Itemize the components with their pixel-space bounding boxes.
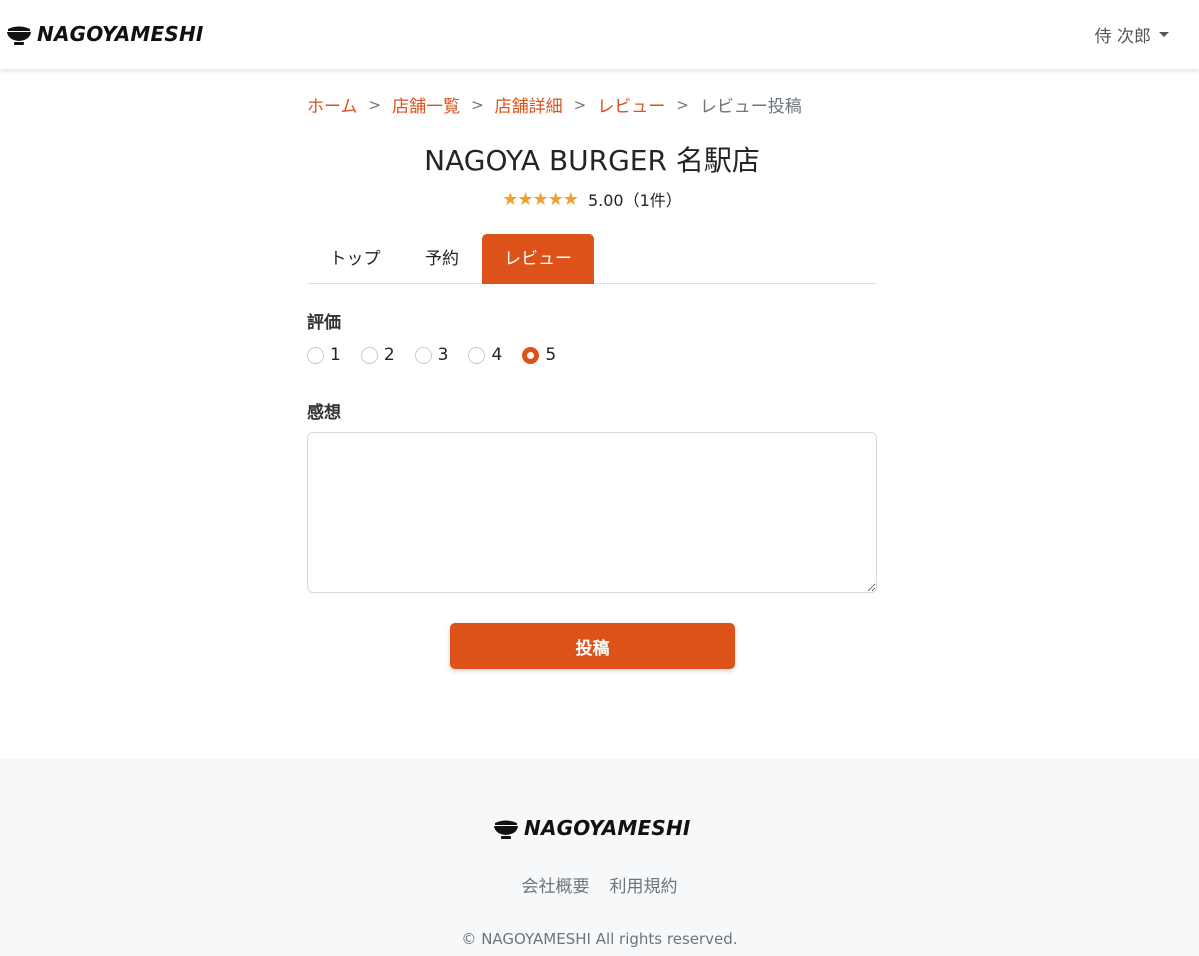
radio-label: 2 bbox=[383, 345, 395, 365]
breadcrumb: ホーム > 店舗一覧 > 店舗詳細 > レビュー > レビュー投稿 bbox=[307, 92, 802, 118]
breadcrumb-store-detail[interactable]: 店舗詳細 bbox=[495, 92, 563, 117]
breadcrumb-store-list[interactable]: 店舗一覧 bbox=[392, 92, 460, 117]
caret-down-icon bbox=[1159, 32, 1169, 37]
rating-label: 評価 bbox=[307, 313, 341, 333]
rating-option-5[interactable]: 5 bbox=[522, 345, 556, 365]
tab-reviews[interactable]: レビュー bbox=[482, 234, 594, 284]
rating-text: 5.00（1件） bbox=[587, 191, 682, 210]
submit-button[interactable]: 投稿 bbox=[450, 623, 735, 669]
rating-option-4[interactable]: 4 bbox=[468, 345, 502, 365]
rating-option-1[interactable]: 1 bbox=[307, 345, 341, 365]
rating-radio-group: 1 2 3 4 5 bbox=[307, 345, 556, 365]
radio-label: 4 bbox=[491, 345, 503, 365]
tab-reservation[interactable]: 予約 bbox=[403, 234, 481, 284]
comment-textarea[interactable] bbox=[307, 432, 877, 593]
copyright: © NAGOYAMESHI All rights reserved. bbox=[461, 930, 738, 948]
footer-brand-text: NAGOYAMESHI bbox=[524, 816, 691, 840]
rating-option-2[interactable]: 2 bbox=[360, 345, 395, 365]
breadcrumb-separator: > bbox=[368, 95, 382, 114]
radio-button[interactable] bbox=[414, 346, 432, 364]
store-name: NAGOYA BURGER 名駅店 bbox=[424, 144, 760, 177]
comment-label: 感想 bbox=[307, 403, 341, 423]
tab-top[interactable]: トップ bbox=[307, 234, 403, 284]
user-menu-dropdown[interactable]: 侍 次郎 bbox=[1095, 22, 1169, 47]
breadcrumb-current: レビュー投稿 bbox=[699, 97, 802, 117]
footer-brand-logo[interactable]: NAGOYAMESHI bbox=[493, 815, 691, 841]
rice-bowl-icon bbox=[7, 26, 31, 45]
store-rating: ★★★★★ 5.00（1件） bbox=[307, 187, 877, 211]
rice-bowl-icon bbox=[494, 820, 518, 839]
radio-label: 1 bbox=[330, 345, 341, 365]
radio-button[interactable] bbox=[468, 346, 486, 364]
star-rating-icon: ★★★★★ bbox=[502, 188, 579, 210]
footer-link-company[interactable]: 会社概要 bbox=[522, 872, 590, 897]
breadcrumb-separator: > bbox=[676, 95, 689, 114]
store-tabs: トップ 予約 レビュー bbox=[307, 233, 877, 284]
footer-links: 会社概要 利用規約 bbox=[0, 872, 1199, 897]
footer: NAGOYAMESHI 会社概要 利用規約 © NAGOYAMESHI All … bbox=[0, 759, 1199, 956]
user-name: 侍 次郎 bbox=[1094, 27, 1151, 47]
breadcrumb-separator: > bbox=[471, 95, 484, 114]
rating-option-3[interactable]: 3 bbox=[414, 345, 449, 365]
radio-label: 5 bbox=[545, 345, 557, 365]
radio-button-checked[interactable] bbox=[522, 346, 540, 364]
footer-link-terms[interactable]: 利用規約 bbox=[610, 872, 678, 897]
brand-logo[interactable]: NAGOYAMESHI bbox=[6, 20, 204, 48]
breadcrumb-separator: > bbox=[573, 95, 587, 114]
breadcrumb-home[interactable]: ホーム bbox=[307, 92, 358, 117]
navbar: NAGOYAMESHI 侍 次郎 bbox=[0, 0, 1199, 69]
radio-button[interactable] bbox=[360, 346, 378, 364]
radio-label: 3 bbox=[437, 345, 449, 365]
brand-text: NAGOYAMESHI bbox=[37, 22, 204, 46]
breadcrumb-reviews[interactable]: レビュー bbox=[597, 92, 665, 117]
radio-button[interactable] bbox=[307, 346, 324, 364]
